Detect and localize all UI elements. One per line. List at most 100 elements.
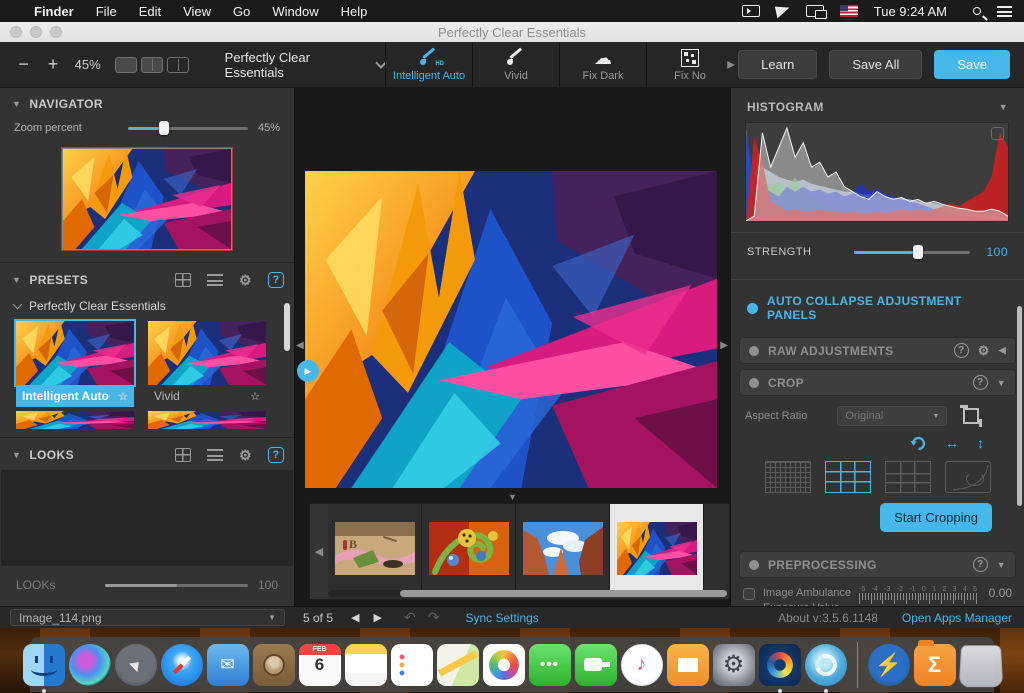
dock-icon-calendar[interactable]: 6 [299,644,341,686]
toolbar-preset-fix-no[interactable]: Fix No [646,42,733,87]
collapse-triangle-icon[interactable]: ▼ [999,102,1008,112]
histogram-options-icon[interactable] [991,127,1004,140]
fine-grid-icon[interactable] [765,461,811,493]
exposure-value-scale[interactable]: -5-4-3-2-1012345 [859,586,977,605]
star-icon[interactable]: ☆ [118,390,128,403]
help-icon[interactable]: ? [954,343,969,358]
right-panel-scrollbar[interactable] [1017,306,1022,506]
navigator-zoom-slider[interactable] [128,127,248,130]
filename-select[interactable]: Image_114.png ▼ [10,609,285,626]
crop-header[interactable]: CROP ? ▼ [739,369,1016,396]
looks-slider[interactable] [105,584,248,587]
golden-spiral-icon[interactable] [945,461,991,493]
dock-icon-imgtools[interactable] [868,644,910,686]
next-image-button[interactable]: ▶ [374,611,382,624]
strength-slider[interactable] [854,251,971,254]
dock-icon-aperture[interactable] [805,644,847,686]
help-icon[interactable]: ? [268,272,284,288]
thirds-grid-icon[interactable] [825,461,871,493]
dock-icon-pclear[interactable] [759,644,801,686]
list-view-icon[interactable] [207,274,223,286]
zoom-in-button[interactable]: + [43,54,62,75]
before-after-toggle-icon[interactable]: ▶ [297,360,319,382]
list-view-icon[interactable] [207,449,223,461]
dock-icon-contacts[interactable] [253,644,295,686]
auto-collapse-toggle[interactable]: AUTO COLLAPSE ADJUSTMENT PANELS [731,280,1024,332]
filmstrip-scroll-left-icon[interactable]: ◀ [310,504,328,599]
collapse-left-panel-icon[interactable]: ◀ [296,340,304,351]
split-view-icon[interactable] [141,57,163,73]
dock-icon-facetime[interactable] [575,644,617,686]
abstract-art-thumb[interactable] [610,504,704,592]
collapse-filmstrip-icon[interactable]: ▼ [508,492,517,502]
mixed-grid-icon[interactable] [885,461,931,493]
rotate-icon[interactable] [910,435,927,451]
menu-item-window[interactable]: Window [272,4,318,19]
navigator-preview[interactable] [62,148,232,250]
dock-icon-safari[interactable] [161,644,203,686]
dock-icon-launchpad[interactable] [115,644,157,686]
navigator-header[interactable]: ▼ NAVIGATOR [0,88,294,118]
save-all-button[interactable]: Save All [829,50,922,79]
dock-icon-notes[interactable] [345,644,387,686]
image-ambulance-checkbox[interactable] [743,588,755,600]
dock-icon-messages[interactable]: ••• [529,644,571,686]
collapse-right-panel-icon[interactable]: ▶ [720,340,728,351]
craft-photo-thumb[interactable]: B [328,504,422,592]
help-icon[interactable]: ? [268,447,284,463]
edited-image[interactable] [305,171,717,488]
preset-group-row[interactable]: Perfectly Clear Essentials [0,295,294,319]
menu-item-finder[interactable]: Finder [34,4,74,19]
dock-icon-sysprefs[interactable] [713,644,755,686]
presets-scroll-right-icon[interactable]: ▶ [727,59,735,70]
dock-icon-maps[interactable] [437,644,479,686]
fern-macro-thumb[interactable] [422,504,516,592]
dock-icon-photos[interactable] [483,644,525,686]
presets-scrollbar[interactable] [284,303,290,351]
grid-view-icon[interactable] [175,448,191,462]
canyon-photo-thumb[interactable] [516,504,610,592]
toolbar-preset-intelligent-auto[interactable]: HDIntelligent Auto [385,42,472,87]
dock-icon-mail[interactable]: ✉ [207,644,249,686]
sync-settings-button[interactable]: Sync Settings [465,611,538,625]
undo-icon[interactable]: ↶ [404,609,416,626]
grid-view-icon[interactable] [175,273,191,287]
filmstrip-scrollbar[interactable] [328,590,727,597]
save-button[interactable]: Save [934,50,1010,79]
preset-card-vivid[interactable]: Vivid☆ [148,321,266,437]
star-icon[interactable]: ☆ [250,390,260,403]
gear-icon[interactable]: ⚙ [978,343,990,359]
collapse-triangle-icon[interactable]: ◀ [999,345,1006,356]
menu-item-go[interactable]: Go [233,4,250,19]
sidecar-displays-icon[interactable] [806,5,824,17]
aspect-ratio-select[interactable]: Original ▼ [837,406,947,426]
collapse-triangle-icon[interactable]: ▼ [997,378,1006,388]
learn-button[interactable]: Learn [738,50,817,79]
dock-icon-finder[interactable] [23,644,65,686]
preprocessing-header[interactable]: PREPROCESSING ? ▼ [739,551,1016,578]
dock-icon-siri[interactable] [69,644,111,686]
dock-icon-trash[interactable] [958,645,1002,687]
menu-item-help[interactable]: Help [341,4,368,19]
screen-sharing-icon[interactable] [775,4,791,19]
image-canvas[interactable]: ◀ ▶ ▶ ▼ ◀ B [295,88,730,606]
gear-icon[interactable]: ⚙ [239,448,252,462]
us-flag-icon[interactable] [840,5,858,17]
notification-list-icon[interactable] [997,6,1012,17]
flip-vertical-icon[interactable]: ↕ [977,435,984,451]
gear-icon[interactable]: ⚙ [239,273,252,287]
single-view-icon[interactable] [115,57,137,73]
crop-tool-icon[interactable] [963,408,979,424]
toolbar-preset-fix-dark[interactable]: ☁Fix Dark [559,42,646,87]
previous-image-button[interactable]: ◀ [351,611,359,624]
open-apps-manager-button[interactable]: Open Apps Manager [902,611,1012,625]
preset-group-selector[interactable]: Perfectly Clear Essentials [225,50,385,80]
zoom-out-button[interactable]: − [14,54,33,75]
looks-header[interactable]: ▼ LOOKS ⚙ ? [0,438,294,470]
dock-icon-ibooks[interactable] [667,644,709,686]
dock-icon-itunes[interactable] [621,644,663,686]
start-cropping-button[interactable]: Start Cropping [880,503,992,532]
presets-header[interactable]: ▼ PRESETS ⚙ ? [0,263,294,295]
dock-icon-sigma[interactable]: Σ [914,644,956,686]
redo-icon[interactable]: ↷ [428,609,440,626]
